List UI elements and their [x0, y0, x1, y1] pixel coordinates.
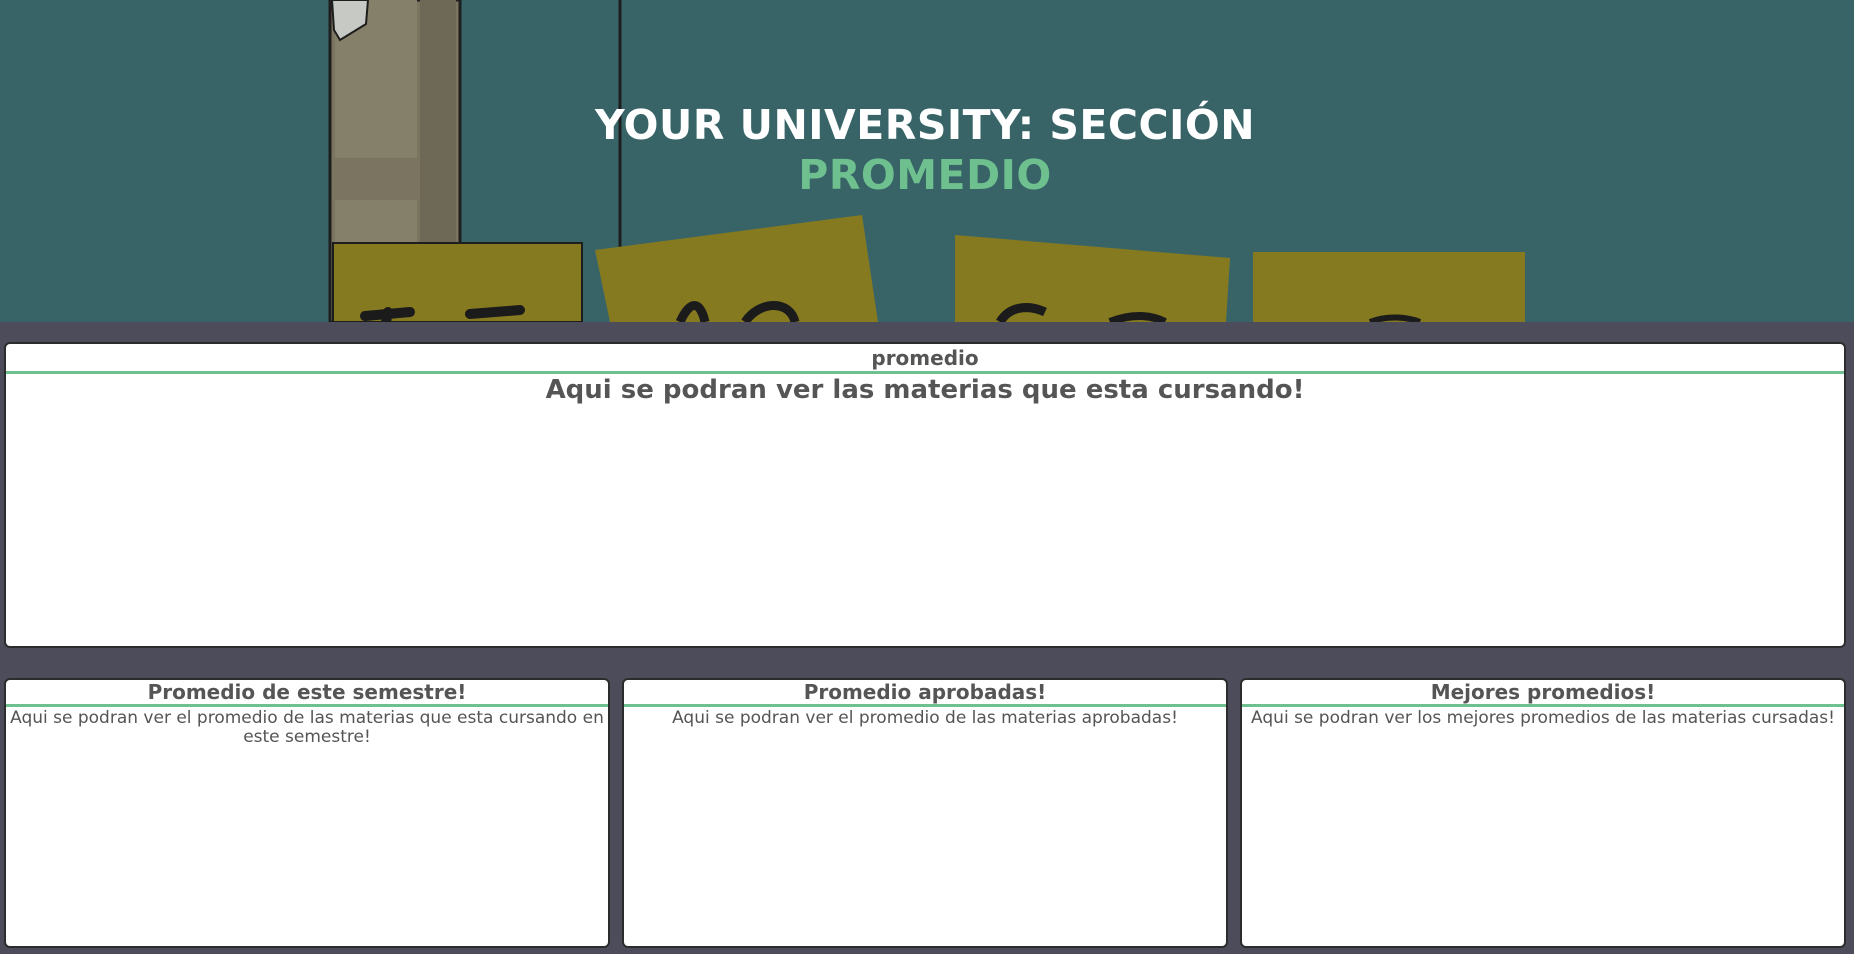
best-averages-card: Mejores promedios! Aqui se podran ver lo… [1240, 678, 1846, 948]
hero-title-line1: YOUR UNIVERSITY: SECCIÓN [594, 101, 1256, 149]
card-message: Aqui se podran ver los mejores promedios… [1251, 708, 1835, 728]
card-message: Aqui se podran ver el promedio de las ma… [672, 708, 1178, 728]
hero-banner: YOUR UNIVERSITY: SECCIÓN PROMEDIO [0, 0, 1854, 322]
panel-title: promedio [6, 344, 1844, 374]
card-message: Aqui se podran ver el promedio de las ma… [10, 708, 604, 747]
panel-message: Aqui se podran ver las materias que esta… [545, 375, 1305, 405]
approved-average-card: Promedio aprobadas! Aqui se podran ver e… [622, 678, 1228, 948]
semester-average-card: Promedio de este semestre! Aqui se podra… [4, 678, 610, 948]
current-courses-panel: promedio Aqui se podran ver las materias… [4, 342, 1846, 648]
hero-title: YOUR UNIVERSITY: SECCIÓN PROMEDIO [0, 100, 1850, 200]
card-title: Promedio aprobadas! [624, 680, 1226, 707]
hero-title-line2: PROMEDIO [798, 151, 1052, 199]
card-title: Mejores promedios! [1242, 680, 1844, 707]
card-title: Promedio de este semestre! [6, 680, 608, 707]
